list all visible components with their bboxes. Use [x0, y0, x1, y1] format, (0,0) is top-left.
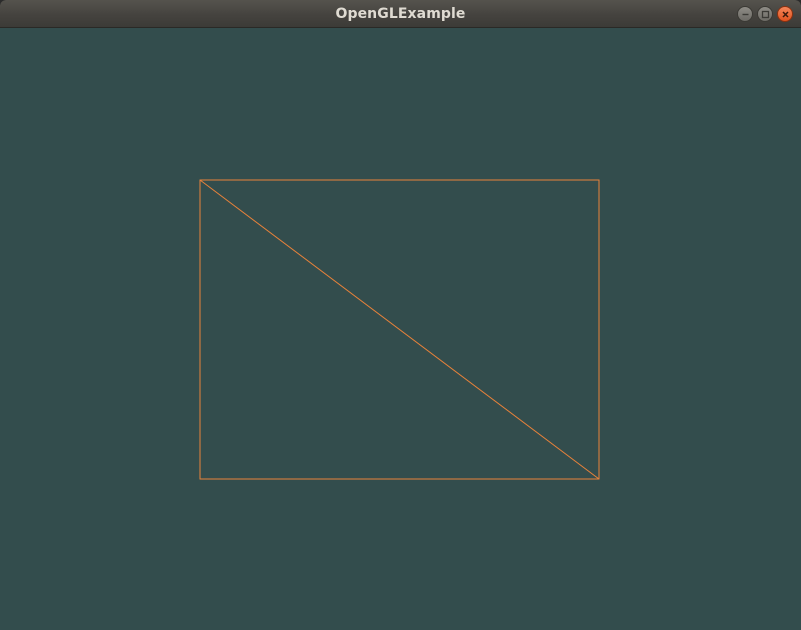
- maximize-icon: [761, 10, 770, 19]
- wireframe-diagonal-edge: [199, 179, 600, 480]
- wireframe-render: [199, 179, 600, 480]
- opengl-viewport[interactable]: [0, 28, 801, 630]
- window-titlebar[interactable]: OpenGLExample: [0, 0, 801, 28]
- maximize-button[interactable]: [757, 6, 773, 22]
- minimize-button[interactable]: [737, 6, 753, 22]
- close-button[interactable]: [777, 6, 793, 22]
- window-title: OpenGLExample: [335, 6, 466, 22]
- close-icon: [782, 11, 789, 18]
- app-window: OpenGLExample: [0, 0, 801, 630]
- minimize-icon: [742, 13, 749, 16]
